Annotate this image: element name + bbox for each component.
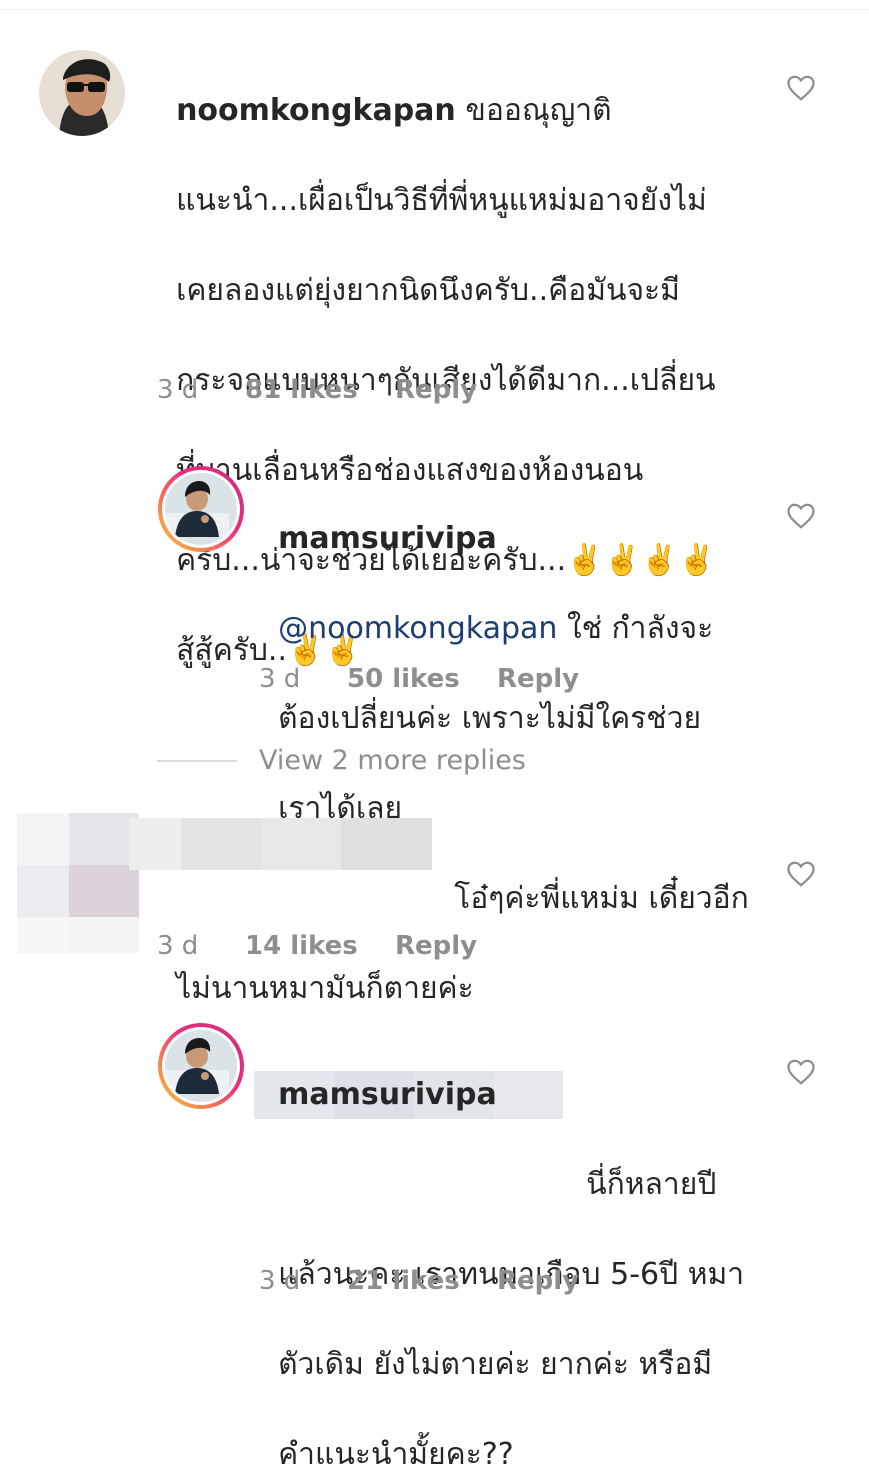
blurred-avatar bbox=[17, 813, 139, 953]
comment-time: 3 d bbox=[259, 664, 301, 694]
reply-body: mamsurivipa @noomkongkapan ใช่ กำลังจะ ต… bbox=[259, 471, 779, 831]
mention-link[interactable]: @noomkongkapan bbox=[278, 611, 557, 646]
comment-line: คำแนะนำมั้ยคะ?? bbox=[278, 1437, 514, 1472]
comment-meta: 3 d 81 likes Reply bbox=[157, 375, 477, 405]
reply-button[interactable]: Reply bbox=[497, 1266, 579, 1296]
comment-line: เคยลองแต่ยุ่งยากนิดนึงครับ..คือมันจะมี bbox=[176, 273, 680, 308]
avatar-noomkongkapan[interactable] bbox=[39, 50, 125, 136]
comment-time: 3 d bbox=[157, 375, 199, 405]
comment-line: ต้องเปลี่ยนค่ะ เพราะไม่มีใครช่วย bbox=[278, 701, 702, 736]
heart-outline-icon[interactable] bbox=[786, 859, 816, 889]
reply-button[interactable]: Reply bbox=[497, 664, 579, 694]
top-divider bbox=[0, 9, 869, 10]
comment-username[interactable]: mamsurivipa bbox=[278, 1077, 497, 1112]
heart-outline-icon[interactable] bbox=[786, 501, 816, 531]
likes-count[interactable]: 14 likes bbox=[245, 931, 395, 961]
avatar-mamsurivipa[interactable] bbox=[158, 1023, 244, 1109]
comment-text-start: ขออณุญาติ bbox=[465, 93, 612, 128]
comment-username[interactable]: mamsurivipa bbox=[278, 521, 497, 556]
comment-text-start: นี่ก็หลายปี bbox=[586, 1167, 717, 1202]
comment-line: แนะนำ...เผื่อเป็นวิธีที่พี่หนูแหม่มอาจยั… bbox=[176, 183, 707, 218]
likes-count[interactable]: 21 likes bbox=[347, 1266, 497, 1296]
heart-outline-icon[interactable] bbox=[786, 73, 816, 103]
comment-line: ตัวเดิม ยังไม่ตายค่ะ ยากค่ะ หรือมี bbox=[278, 1347, 713, 1382]
likes-count[interactable]: 81 likes bbox=[245, 375, 395, 405]
view-more-replies[interactable]: View 2 more replies bbox=[157, 745, 526, 776]
likes-count[interactable]: 50 likes bbox=[347, 664, 497, 694]
comment-username[interactable]: noomkongkapan bbox=[176, 93, 456, 128]
comment-time: 3 d bbox=[259, 1266, 301, 1296]
comment-meta: 3 d 14 likes Reply bbox=[157, 931, 477, 961]
avatar-mamsurivipa[interactable] bbox=[158, 466, 244, 552]
view-more-divider bbox=[157, 759, 237, 762]
reply-button[interactable]: Reply bbox=[395, 931, 477, 961]
comment-text-start: โอ๋ๆค่ะพี่แหม่ม เดี๋ยวอีก bbox=[454, 881, 749, 916]
comment-text-start: ใช่ กำลังจะ bbox=[566, 611, 714, 646]
reply-meta: 3 d 21 likes Reply bbox=[259, 1266, 579, 1296]
reply-body: mamsurivipa นี่ก็หลายปี แล้วนะคะ เราทนมา… bbox=[259, 1027, 799, 1477]
reply-button[interactable]: Reply bbox=[395, 375, 477, 405]
comment-time: 3 d bbox=[157, 931, 199, 961]
reply-meta: 3 d 50 likes Reply bbox=[259, 664, 579, 694]
comment-line: ไม่นานหมามันก็ตายค่ะ bbox=[176, 971, 474, 1006]
comment-body: โอ๋ๆค่ะพี่แหม่ม เดี๋ยวอีก ไม่นานหมามันก็… bbox=[157, 831, 797, 1011]
view-more-label: View 2 more replies bbox=[259, 745, 526, 776]
heart-outline-icon[interactable] bbox=[786, 1057, 816, 1087]
